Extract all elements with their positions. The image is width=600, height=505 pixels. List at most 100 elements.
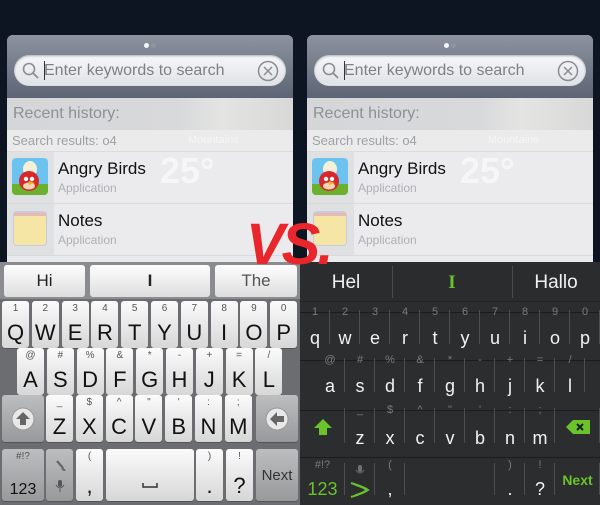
key-c[interactable]: ^ C xyxy=(105,395,133,442)
next-key[interactable]: Next xyxy=(256,449,298,501)
key-secondary-label: _ xyxy=(56,397,63,408)
key-d[interactable]: % d xyxy=(375,352,405,400)
result-item-notes[interactable]: Notes Application xyxy=(307,204,593,256)
key-secondary-label: & xyxy=(116,350,124,361)
key-z[interactable]: _ z xyxy=(345,402,375,452)
key-j[interactable]: + J xyxy=(195,348,223,395)
key-i[interactable]: 8I xyxy=(210,301,238,348)
shift-key[interactable] xyxy=(2,395,44,442)
key-b[interactable]: ' b xyxy=(465,402,495,452)
clear-icon[interactable] xyxy=(557,60,579,82)
search-box[interactable] xyxy=(14,55,286,86)
key-secondary-label: 7 xyxy=(191,303,198,314)
question-key[interactable]: !? xyxy=(525,457,555,503)
key-e[interactable]: 3E xyxy=(61,301,89,348)
key-primary-label: ? xyxy=(534,479,545,499)
suggestion-hallo[interactable]: Hallo xyxy=(512,268,600,298)
key-primary-label: P xyxy=(276,320,292,345)
key-v[interactable]: " v xyxy=(435,402,465,452)
key-d[interactable]: % D xyxy=(76,348,104,395)
swype-key[interactable] xyxy=(345,457,375,503)
question-key[interactable]: !? xyxy=(226,449,253,501)
key-n[interactable]: :N xyxy=(195,395,222,442)
key-y[interactable]: 6Y xyxy=(151,301,178,348)
key-q[interactable]: 1Q xyxy=(2,301,29,348)
key-k[interactable]: = K xyxy=(225,348,253,395)
comma-key[interactable]: (, xyxy=(76,449,103,501)
key-secondary-label: : xyxy=(508,404,512,416)
key-m[interactable]: ; m xyxy=(525,402,555,452)
key-a[interactable]: @ A xyxy=(17,348,44,395)
period-key[interactable]: ). xyxy=(196,449,223,501)
suggestion-i[interactable]: I xyxy=(392,268,512,298)
key-g[interactable]: * G xyxy=(136,348,164,395)
key-c[interactable]: ^ c xyxy=(405,402,435,452)
key-x[interactable]: $ X xyxy=(75,395,103,442)
angry-birds-icon xyxy=(12,158,48,195)
key-v[interactable]: " V xyxy=(135,395,163,442)
key-n[interactable]: :n xyxy=(495,402,525,452)
key-t[interactable]: 5t xyxy=(420,304,450,352)
symbols-key[interactable]: #!? 123 xyxy=(300,457,345,503)
result-title: Angry Birds xyxy=(358,159,446,178)
key-b[interactable]: ' B xyxy=(165,395,193,442)
search-icon xyxy=(322,62,339,79)
key-q[interactable]: 1q xyxy=(300,304,330,352)
key-u[interactable]: 7U xyxy=(180,301,208,348)
key-h[interactable]: -H xyxy=(166,348,193,395)
key-w[interactable]: 2w xyxy=(330,304,360,352)
key-o[interactable]: 9O xyxy=(240,301,268,348)
key-i[interactable]: 8i xyxy=(510,304,540,352)
key-s[interactable]: # S xyxy=(46,348,74,395)
comma-key[interactable]: (, xyxy=(375,457,405,503)
result-item-angry-birds[interactable]: Angry Birds Application xyxy=(307,152,593,204)
tools-key[interactable] xyxy=(46,449,73,501)
notes-icon xyxy=(13,211,47,246)
vs-label: VS. xyxy=(246,212,333,277)
key-k[interactable]: = k xyxy=(525,352,555,400)
key-e[interactable]: 3e xyxy=(360,304,390,352)
key-x[interactable]: $ x xyxy=(375,402,405,452)
key-u[interactable]: 7u xyxy=(480,304,510,352)
key-primary-label: L xyxy=(262,367,276,392)
key-a[interactable]: @ a xyxy=(315,352,345,400)
clear-icon[interactable] xyxy=(257,60,279,82)
suggestion-hi[interactable]: Hi xyxy=(4,265,85,297)
key-g[interactable]: * g xyxy=(435,352,465,400)
key-m[interactable]: ; M xyxy=(224,395,252,442)
key-f[interactable]: & F xyxy=(106,348,134,395)
key-j[interactable]: + j xyxy=(495,352,525,400)
key-primary-label: R xyxy=(96,320,113,345)
key-l[interactable]: / L xyxy=(255,348,283,395)
shift-key[interactable] xyxy=(300,402,345,452)
key-r[interactable]: 4R xyxy=(91,301,119,348)
key-p[interactable]: 0P xyxy=(270,301,298,348)
key-p[interactable]: 0p xyxy=(570,304,600,352)
key-primary-label: Y xyxy=(157,320,172,345)
space-key[interactable] xyxy=(106,449,194,501)
backspace-key[interactable] xyxy=(256,395,298,442)
key-z[interactable]: _ Z xyxy=(46,395,73,442)
key-t[interactable]: 5T xyxy=(121,301,149,348)
search-box[interactable] xyxy=(314,55,586,86)
swype-logo-icon xyxy=(350,482,370,499)
key-secondary-label: 3 xyxy=(72,303,78,314)
symbols-key[interactable]: #!? 123 xyxy=(2,449,44,501)
key-s[interactable]: # s xyxy=(345,352,375,400)
result-item-angry-birds[interactable]: Angry Birds Application xyxy=(7,152,293,204)
search-input[interactable] xyxy=(344,60,554,82)
search-input[interactable] xyxy=(44,60,254,82)
key-w[interactable]: 2W xyxy=(31,301,59,348)
key-y[interactable]: 6y xyxy=(450,304,480,352)
next-key[interactable]: Next xyxy=(555,457,600,503)
space-key[interactable] xyxy=(405,457,495,503)
backspace-key[interactable] xyxy=(555,402,600,452)
period-key[interactable]: ). xyxy=(495,457,525,503)
key-r[interactable]: 4r xyxy=(390,304,420,352)
key-f[interactable]: & f xyxy=(405,352,435,400)
key-h[interactable]: -h xyxy=(465,352,495,400)
key-l[interactable]: / l xyxy=(555,352,585,400)
key-secondary-label: $ xyxy=(86,397,93,408)
key-o[interactable]: 9o xyxy=(540,304,570,352)
suggestion-i[interactable]: I xyxy=(90,265,210,297)
